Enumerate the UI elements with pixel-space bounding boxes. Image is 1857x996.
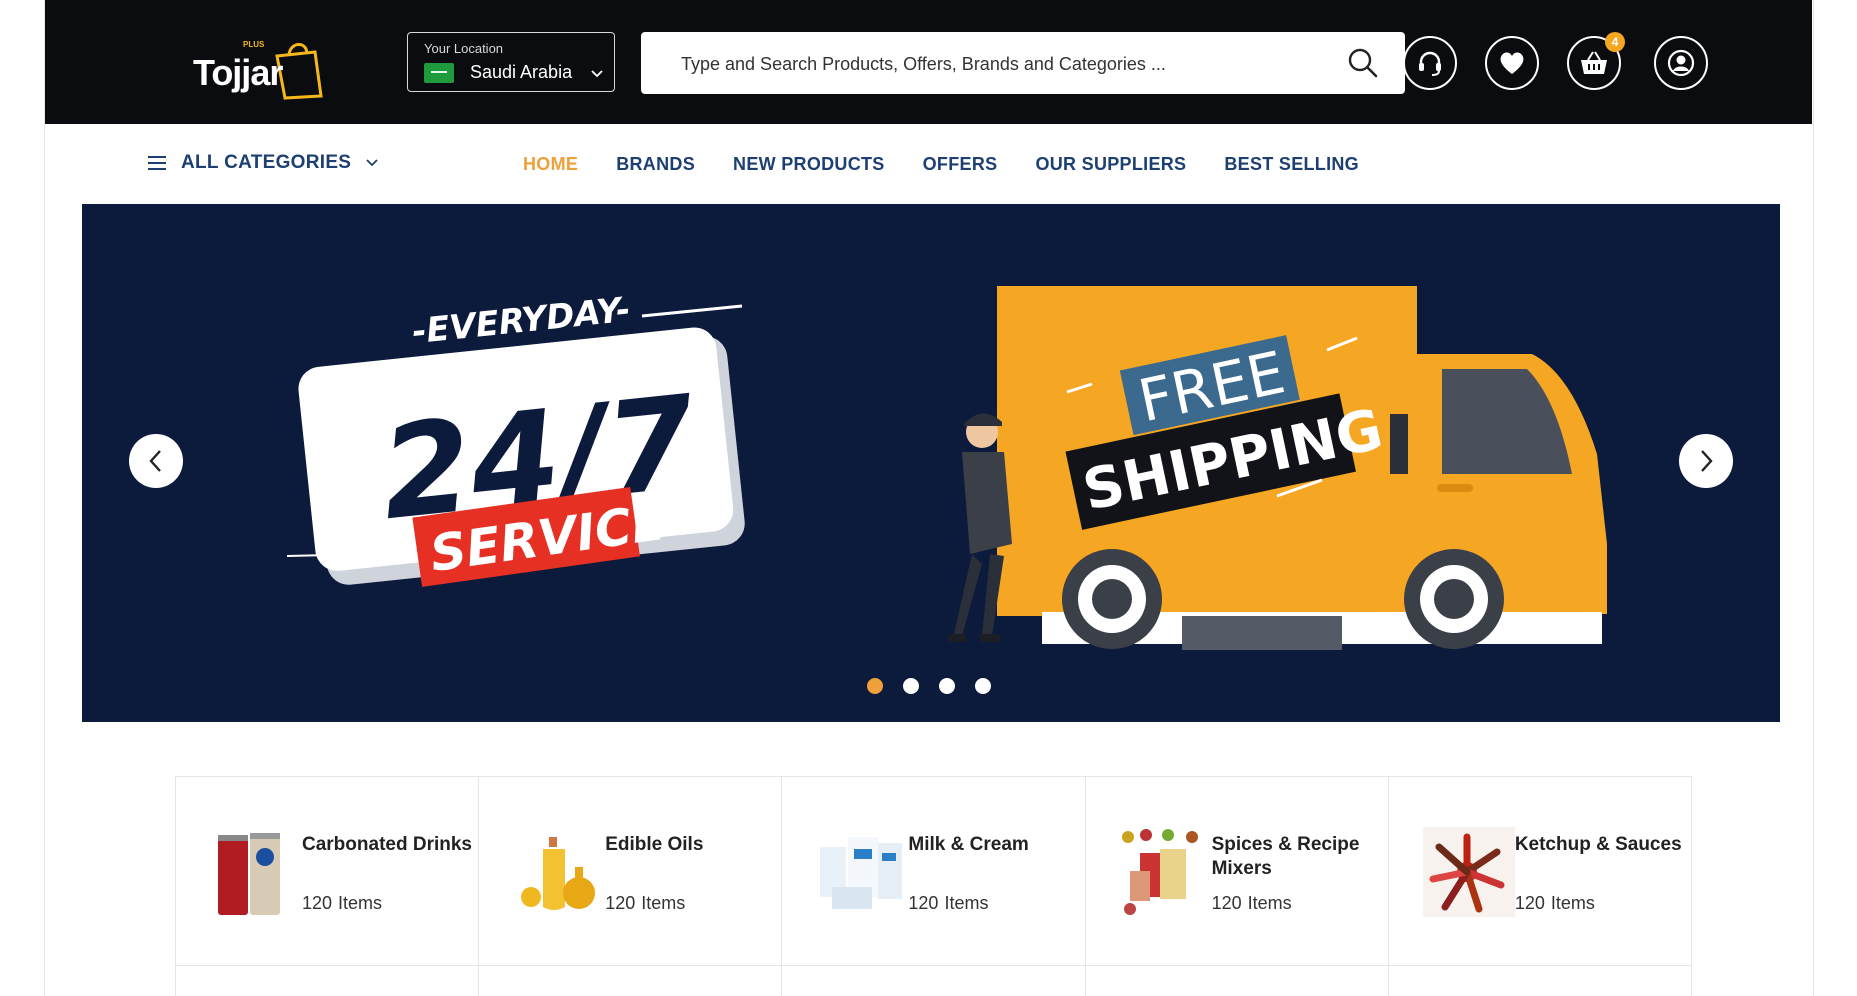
category-count: 120 Items [908, 893, 988, 914]
nav-menu: HOME BRANDS NEW PRODUCTS OFFERS OUR SUPP… [523, 154, 1359, 175]
banner-prev-button[interactable] [129, 434, 183, 488]
location-selector[interactable]: Your Location Saudi Arabia [407, 32, 615, 92]
category-count: 120 Items [1515, 893, 1595, 914]
item-count: 120 [1211, 893, 1242, 913]
milk-cream-image [820, 837, 903, 909]
nav-item-our-suppliers[interactable]: OUR SUPPLIERS [1035, 154, 1186, 175]
category-cards: Carbonated Drinks 120 Items Edible Oils 1… [175, 776, 1692, 967]
category-name: Milk & Cream [908, 834, 1029, 855]
card-cell [1387, 966, 1693, 996]
nav-item-best-selling[interactable]: BEST SELLING [1224, 154, 1359, 175]
banner-pagination [867, 678, 991, 694]
category-name: Ketchup & Sauces [1514, 834, 1682, 855]
user-icon [1667, 49, 1695, 77]
item-unit: Items [338, 893, 383, 913]
location-label: Your Location [424, 41, 504, 56]
account-button[interactable] [1654, 36, 1708, 90]
heart-icon [1500, 52, 1524, 74]
category-card-edible-oils[interactable]: Edible Oils 120 Items [479, 777, 783, 967]
category-card-ketchup-sauces[interactable]: Ketchup & Sauces 120 Items [1389, 777, 1691, 967]
hero-banner: -EVERYDAY- 24/7 SERVICE FREE SHIPPING [82, 204, 1780, 722]
top-header: PLUS Tojjar Your Location Saudi Arabia T… [45, 0, 1812, 124]
banner-illustration: -EVERYDAY- 24/7 SERVICE FREE SHIPPING [286, 286, 1607, 650]
nav-item-offers[interactable]: OFFERS [923, 154, 998, 175]
logo[interactable]: PLUS Tojjar [193, 36, 327, 102]
category-name: Spices & Recipe Mixers [1211, 834, 1360, 879]
category-card-carbonated-drinks[interactable]: Carbonated Drinks 120 Items [176, 777, 480, 967]
category-card-spices-recipe-mixers[interactable]: Spices & Recipe Mixers 120 Items [1086, 777, 1389, 967]
logo-text: Tojjar [193, 52, 283, 93]
location-country: Saudi Arabia [470, 62, 573, 82]
next-row-cards [175, 966, 1693, 996]
nav-item-home[interactable]: HOME [523, 154, 578, 175]
banner-dot[interactable] [975, 678, 991, 694]
all-categories-label: ALL CATEGORIES [181, 152, 352, 173]
category-name: Edible Oils [605, 834, 704, 855]
item-count: 120 [302, 893, 333, 913]
banner-next-button[interactable] [1679, 434, 1733, 488]
cart-button[interactable]: 4 [1567, 32, 1625, 90]
item-count: 120 [1514, 893, 1545, 913]
card-cell [781, 966, 1084, 996]
basket-icon [1581, 51, 1607, 74]
category-count: 120 Items [1212, 893, 1292, 914]
category-count: 120 Items [302, 893, 382, 914]
item-count: 120 [605, 893, 636, 913]
hamburger-icon [148, 156, 166, 170]
chevron-down-icon [591, 70, 603, 78]
item-unit: Items [641, 893, 686, 913]
carbonated-drinks-image [218, 833, 280, 915]
search-input[interactable] [679, 32, 1323, 96]
card-cell [478, 966, 781, 996]
cart-count-badge: 4 [1605, 32, 1625, 52]
nav-item-brands[interactable]: BRANDS [616, 154, 695, 175]
item-unit: Items [1247, 893, 1292, 913]
category-card-milk-cream[interactable]: Milk & Cream 120 Items [782, 777, 1086, 967]
wishlist-button[interactable] [1485, 36, 1539, 90]
category-name: Carbonated Drinks [302, 834, 472, 855]
category-count: 120 Items [605, 893, 685, 914]
edible-oils-image [521, 837, 596, 910]
banner-dot[interactable] [939, 678, 955, 694]
chevron-right-icon [1701, 450, 1713, 472]
support-button[interactable] [1403, 36, 1457, 90]
all-categories-button[interactable]: ALL CATEGORIES [147, 152, 379, 174]
chevron-left-icon [149, 450, 161, 472]
headset-icon [1419, 51, 1441, 76]
logo-plus: PLUS [243, 40, 265, 49]
search-bar [641, 32, 1405, 96]
banner-dot[interactable] [867, 678, 883, 694]
banner-dot[interactable] [903, 678, 919, 694]
item-unit: Items [944, 893, 989, 913]
ketchup-sauces-image [1422, 827, 1515, 917]
chevron-down-icon [366, 159, 378, 167]
card-cell [175, 966, 478, 996]
saudi-flag-icon [424, 63, 454, 83]
main-nav: ALL CATEGORIES HOME BRANDS NEW PRODUCTS … [45, 124, 1812, 204]
card-cell [1084, 966, 1388, 996]
item-count: 120 [908, 893, 939, 913]
spices-image [1121, 829, 1198, 915]
nav-item-new-products[interactable]: NEW PRODUCTS [733, 154, 885, 175]
search-icon[interactable] [1347, 47, 1379, 79]
item-unit: Items [1550, 893, 1595, 913]
